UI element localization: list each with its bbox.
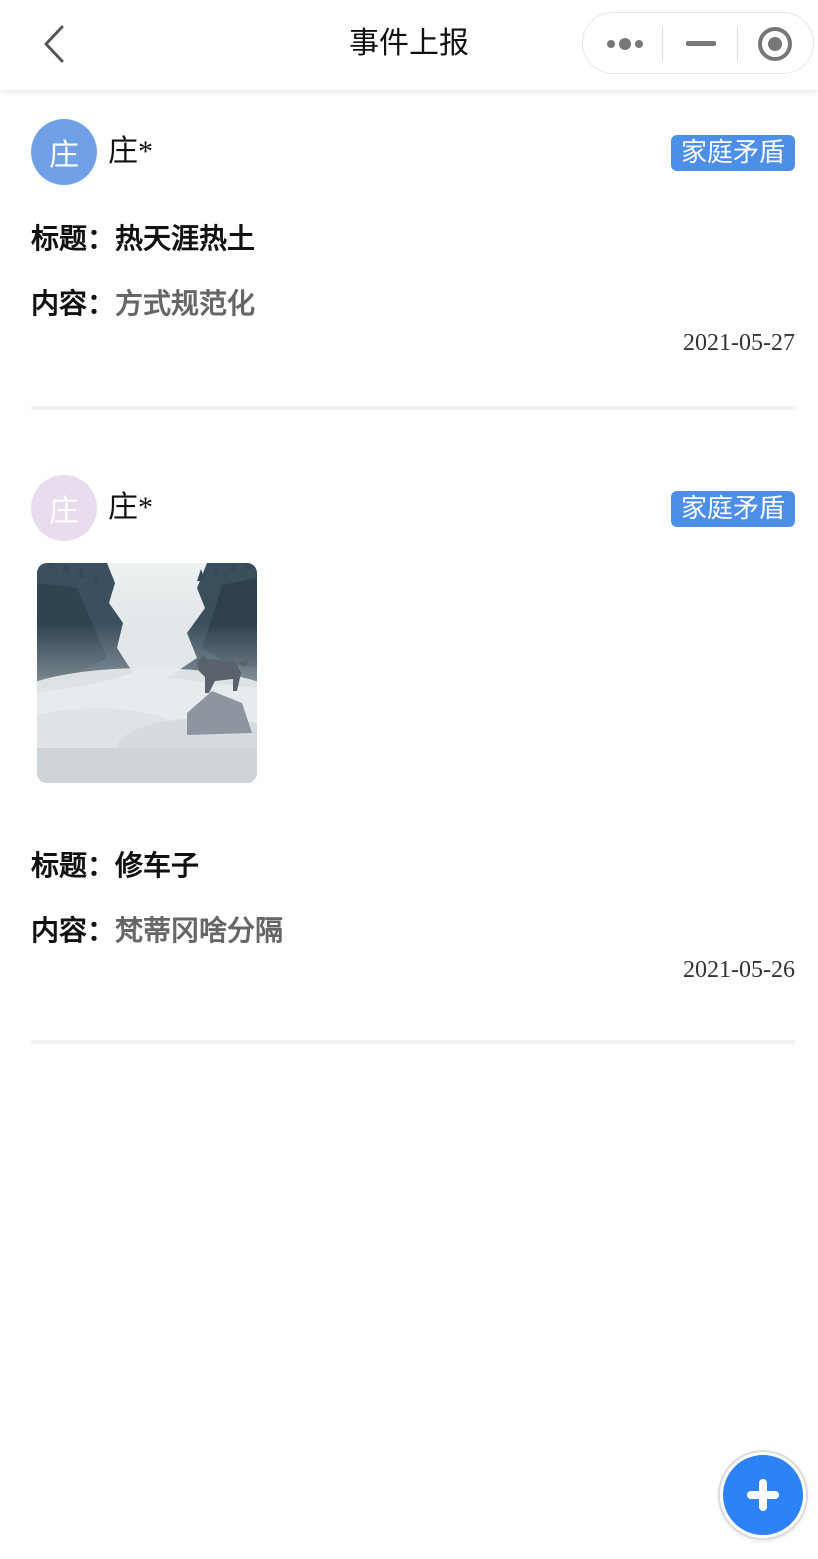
- avatar: 庄: [31, 475, 97, 541]
- post-date: 2021-05-26: [683, 957, 795, 983]
- event-card[interactable]: 庄 庄* 家庭矛盾 标题：修车子 内容：梵蒂冈啥分隔 2021-05-26: [31, 446, 795, 1086]
- more-button[interactable]: [589, 13, 663, 75]
- card-divider: [31, 406, 795, 410]
- username: 庄*: [108, 135, 153, 168]
- record-icon: [758, 27, 792, 61]
- category-tag: 家庭矛盾: [670, 491, 795, 527]
- content-label: 内容：: [31, 287, 116, 320]
- event-photo[interactable]: [37, 563, 257, 783]
- back-button[interactable]: [36, 22, 72, 66]
- event-card[interactable]: 庄 庄* 家庭矛盾 标题：热天涯热土 内容：方式规范化 2021-05-27: [31, 90, 795, 446]
- title-value: 修车子: [115, 849, 200, 882]
- card-header: 庄 庄* 家庭矛盾: [31, 119, 795, 185]
- more-dots-icon: [607, 38, 643, 50]
- event-list: 庄 庄* 家庭矛盾 标题：热天涯热土 内容：方式规范化 2021-05-27 庄…: [0, 90, 818, 1086]
- content-row: 内容：方式规范化: [31, 284, 795, 324]
- mini-program-capsule: [582, 12, 814, 74]
- title-label: 标题：: [31, 849, 116, 882]
- minimize-icon: [686, 41, 716, 46]
- title-row: 标题：热天涯热土: [31, 219, 795, 259]
- misty-forest-wolf-photo: [37, 563, 257, 783]
- post-date: 2021-05-27: [683, 330, 795, 356]
- card-header: 庄 庄* 家庭矛盾: [31, 475, 795, 541]
- title-row: 标题：修车子: [31, 846, 795, 886]
- category-tag: 家庭矛盾: [670, 135, 795, 171]
- plus-icon: [747, 1479, 779, 1511]
- content-row: 内容：梵蒂冈啥分隔: [31, 911, 795, 951]
- add-event-button[interactable]: [720, 1452, 806, 1538]
- chevron-left-icon: [44, 25, 64, 63]
- capsule-divider: [737, 27, 738, 61]
- capsule-divider: [662, 27, 663, 61]
- card-divider: [31, 1040, 795, 1044]
- content-value: 梵蒂冈啥分隔: [115, 914, 284, 947]
- username: 庄*: [108, 491, 153, 524]
- content-label: 内容：: [31, 914, 116, 947]
- navigation-bar: 事件上报: [0, 0, 818, 90]
- title-value: 热天涯热土: [115, 222, 256, 255]
- minimize-button[interactable]: [665, 13, 737, 75]
- content-value: 方式规范化: [115, 287, 256, 320]
- close-button[interactable]: [739, 13, 811, 75]
- avatar: 庄: [31, 119, 97, 185]
- title-label: 标题：: [31, 222, 116, 255]
